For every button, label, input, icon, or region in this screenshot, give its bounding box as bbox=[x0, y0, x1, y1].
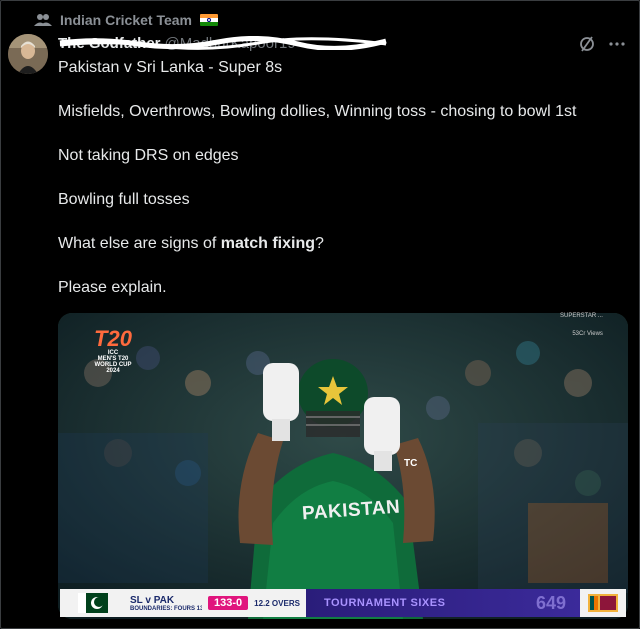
tweet-line-question: What else are signs of match fixing? bbox=[58, 235, 324, 253]
community-icon bbox=[34, 14, 52, 26]
broadcast-line2: 53Cr Views bbox=[572, 331, 603, 337]
t20-world-cup-logo: T20 ICC MEN'S T20 WORLD CUP 2024 bbox=[88, 328, 138, 376]
broadcast-line1: SUPERSTAR ... bbox=[560, 313, 603, 319]
score-runs: 133-0 bbox=[208, 596, 249, 610]
tournament-label: TOURNAMENT SIXES bbox=[323, 597, 446, 609]
score-overs: 12.2 OVERS bbox=[254, 598, 300, 608]
logo-sub4: 2024 bbox=[106, 368, 120, 374]
avatar[interactable] bbox=[8, 34, 48, 74]
community-name[interactable]: Indian Cricket Team bbox=[60, 12, 192, 28]
pakistan-flag-icon bbox=[60, 589, 126, 617]
tweet-line-full-tosses: Bowling full tosses bbox=[58, 191, 190, 208]
score-boundaries: BOUNDARIES: FOURS 13 SIXES 6 bbox=[130, 605, 228, 612]
jersey-side-text: TC bbox=[404, 458, 418, 469]
score-block: 133-0 12.2 OVERS bbox=[202, 589, 306, 617]
score-matchup: SL v PAK bbox=[130, 594, 175, 606]
score-teams: SL v PAK BOUNDARIES: FOURS 13 SIXES 6 bbox=[126, 589, 228, 617]
score-bar: SL v PAK BOUNDARIES: FOURS 13 SIXES 6 13… bbox=[60, 589, 626, 617]
tournament-sixes: TOURNAMENT SIXES 649 bbox=[305, 589, 580, 617]
tournament-value: 649 bbox=[535, 592, 566, 613]
tweet-line-closing: Please explain. bbox=[58, 279, 167, 296]
grok-icon[interactable] bbox=[578, 35, 596, 53]
tweet-media-image[interactable] bbox=[58, 313, 628, 619]
india-flag-icon bbox=[200, 14, 219, 26]
logo-title: T20 bbox=[94, 326, 132, 351]
tweet-line-title: Pakistan v Sri Lanka - Super 8s bbox=[58, 59, 283, 76]
sri-lanka-flag-icon bbox=[580, 589, 626, 617]
community-context[interactable]: Indian Cricket Team bbox=[34, 10, 219, 30]
question-prefix: What else are signs of bbox=[58, 235, 221, 252]
tweet-line-drs: Not taking DRS on edges bbox=[58, 147, 239, 164]
question-suffix: ? bbox=[314, 235, 324, 252]
question-bold: match fixing bbox=[220, 235, 315, 252]
more-options-icon[interactable] bbox=[608, 35, 626, 53]
tweet-line-misfields: Misfields, Overthrows, Bowling dollies, … bbox=[58, 103, 577, 120]
redaction-scribble bbox=[59, 36, 387, 50]
broadcast-watermark: SUPERSTAR ... 53Cr Views bbox=[560, 313, 603, 337]
